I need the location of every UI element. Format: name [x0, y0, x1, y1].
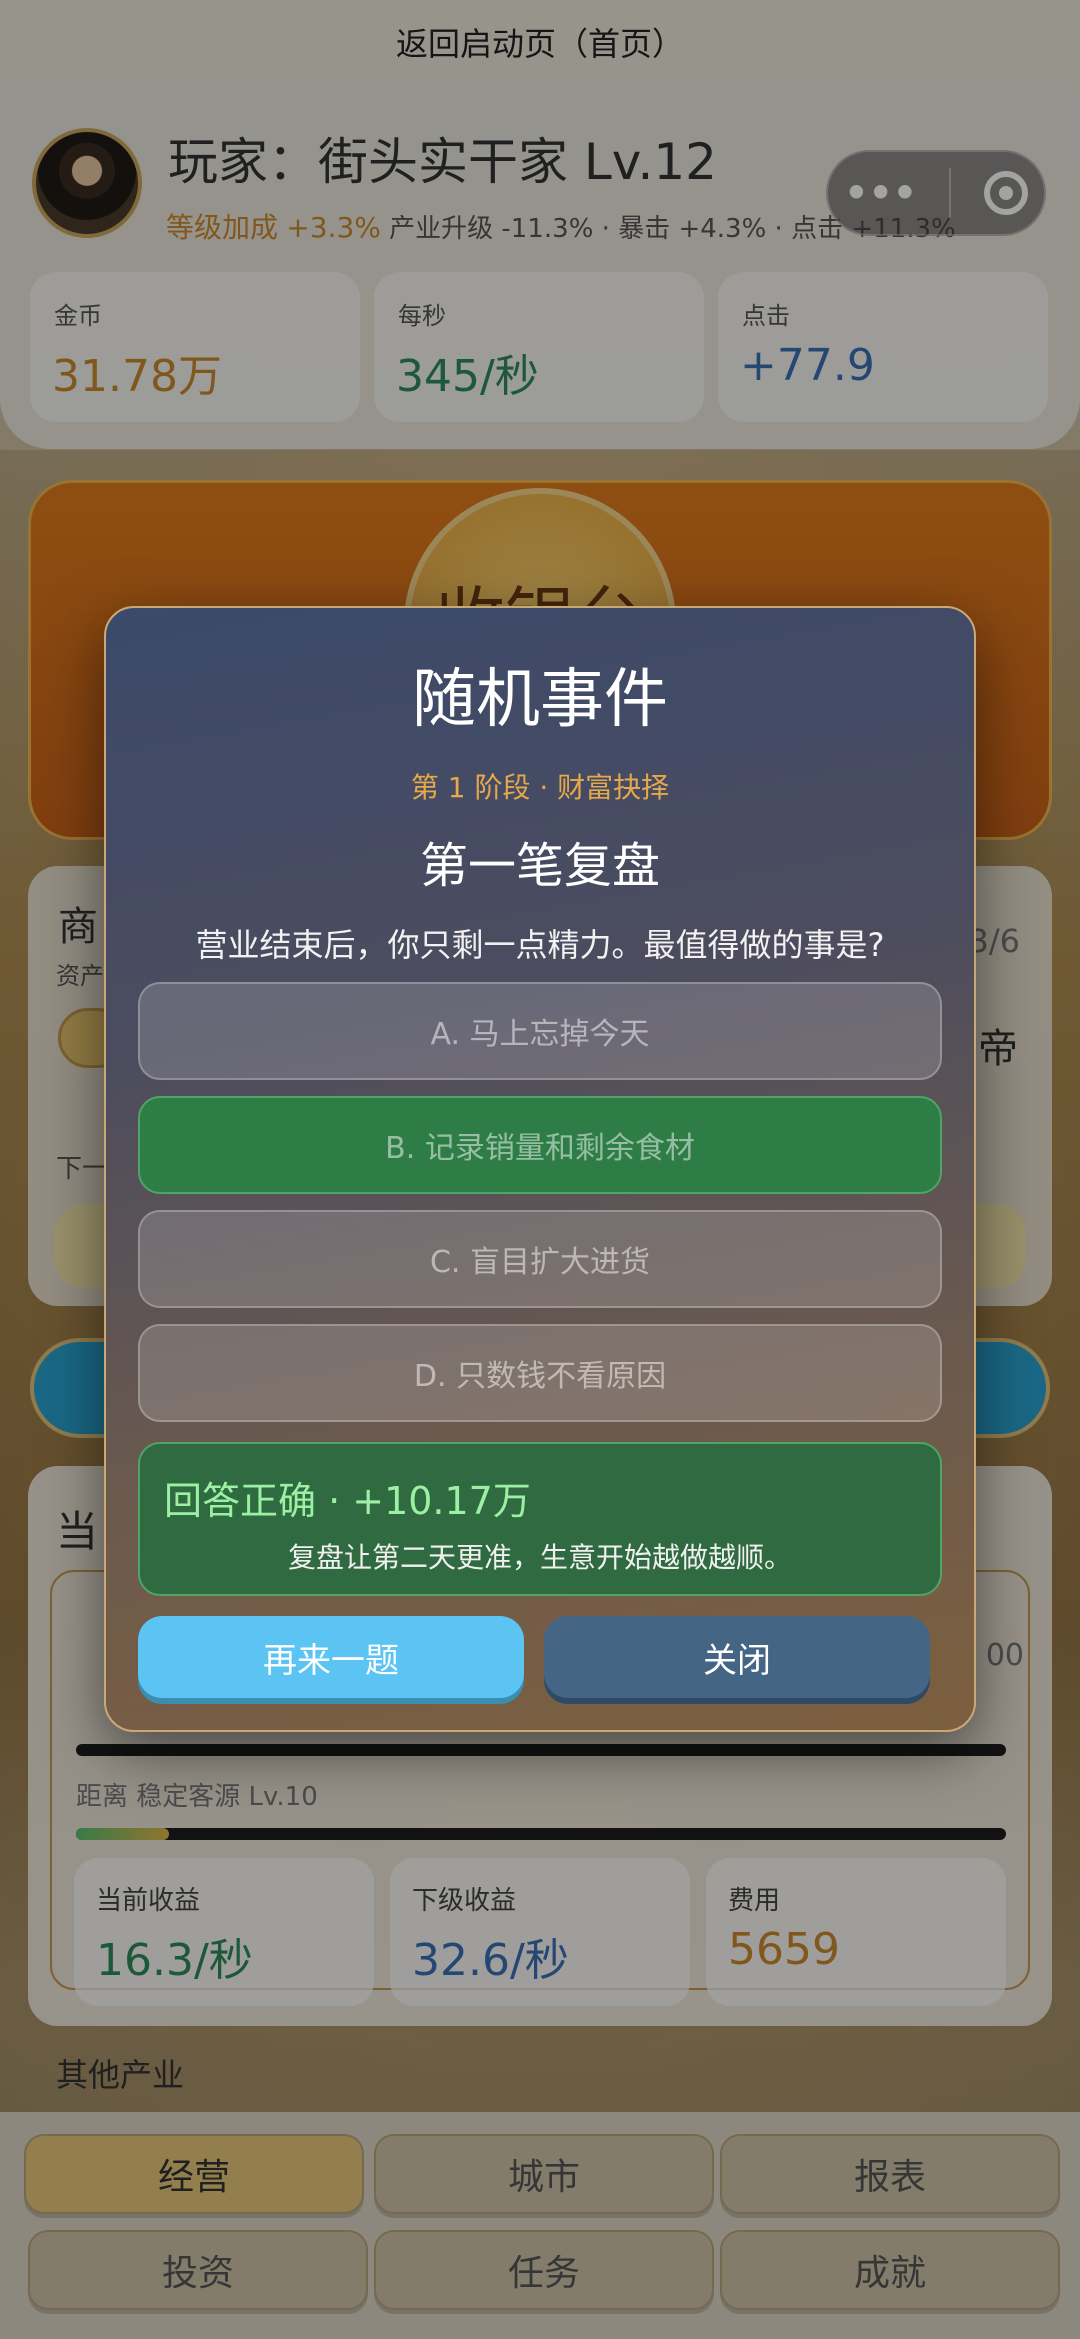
question-prompt: 营业结束后，你只剩一点精力。最值得做的事是?: [195, 926, 885, 964]
option-a-button[interactable]: A. 马上忘掉今天: [138, 982, 942, 1080]
modal-title: 随机事件: [412, 663, 668, 737]
close-button[interactable]: 关闭: [544, 1616, 930, 1698]
question-title: 第一笔复盘: [419, 838, 660, 894]
option-d-button[interactable]: D. 只数钱不看原因: [138, 1324, 942, 1422]
next-question-button[interactable]: 再来一题: [138, 1616, 524, 1698]
answer-result: 回答正确 · +10.17万 复盘让第二天更准，生意开始越做越顺。: [138, 1442, 942, 1596]
result-description: 复盘让第二天更准，生意开始越做越顺。: [287, 1541, 792, 1574]
result-title: 回答正确 · +10.17万: [164, 1479, 531, 1523]
option-c-button[interactable]: C. 盲目扩大进货: [138, 1210, 942, 1308]
option-b-button[interactable]: B. 记录销量和剩余食材: [138, 1096, 942, 1194]
modal-stage: 第 1 阶段 · 财富抉择: [410, 771, 670, 804]
